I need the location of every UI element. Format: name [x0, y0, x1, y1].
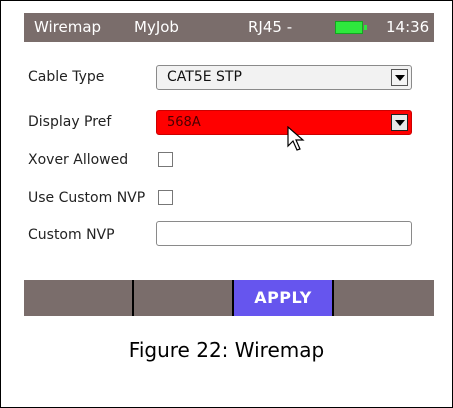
softkey-1[interactable] — [24, 280, 134, 316]
softkey-4[interactable] — [334, 280, 434, 316]
cable-type-value: CAT5E STP — [167, 69, 242, 85]
xover-allowed-label: Xover Allowed — [28, 152, 129, 168]
tester-screen: Wiremap MyJob RJ45 - 14:36 Cable Type CA… — [24, 13, 434, 316]
pointer-cursor-icon — [287, 126, 305, 151]
use-custom-nvp-label: Use Custom NVP — [28, 190, 146, 206]
custom-nvp-input[interactable] — [156, 221, 412, 246]
xover-allowed-row: Xover Allowed — [24, 148, 434, 174]
chevron-down-icon[interactable] — [391, 69, 408, 86]
cable-type-label: Cable Type — [28, 69, 105, 85]
clock: 14:36 — [386, 18, 430, 36]
softkey-bar: APPLY — [24, 280, 434, 316]
display-pref-row: Display Pref 568A — [24, 110, 434, 136]
cable-type-row: Cable Type CAT5E STP — [24, 65, 434, 91]
screen-title: Wiremap — [34, 18, 102, 36]
display-pref-label: Display Pref — [28, 114, 112, 130]
display-pref-value: 568A — [167, 115, 201, 130]
use-custom-nvp-checkbox[interactable] — [158, 190, 173, 205]
job-name: MyJob — [134, 18, 179, 36]
xover-allowed-checkbox[interactable] — [158, 152, 173, 167]
use-custom-nvp-row: Use Custom NVP — [24, 186, 434, 212]
display-pref-select[interactable]: 568A — [156, 110, 412, 135]
port-indicator: RJ45 - — [248, 18, 293, 36]
status-bar: Wiremap MyJob RJ45 - 14:36 — [24, 13, 434, 42]
softkey-2[interactable] — [134, 280, 234, 316]
battery-icon — [335, 21, 367, 34]
cable-type-select[interactable]: CAT5E STP — [156, 65, 412, 90]
figure-caption: Figure 22: Wiremap — [128, 338, 325, 362]
apply-button[interactable]: APPLY — [234, 280, 334, 316]
chevron-down-icon[interactable] — [391, 114, 408, 131]
custom-nvp-label: Custom NVP — [28, 227, 115, 243]
custom-nvp-row: Custom NVP — [24, 221, 434, 249]
